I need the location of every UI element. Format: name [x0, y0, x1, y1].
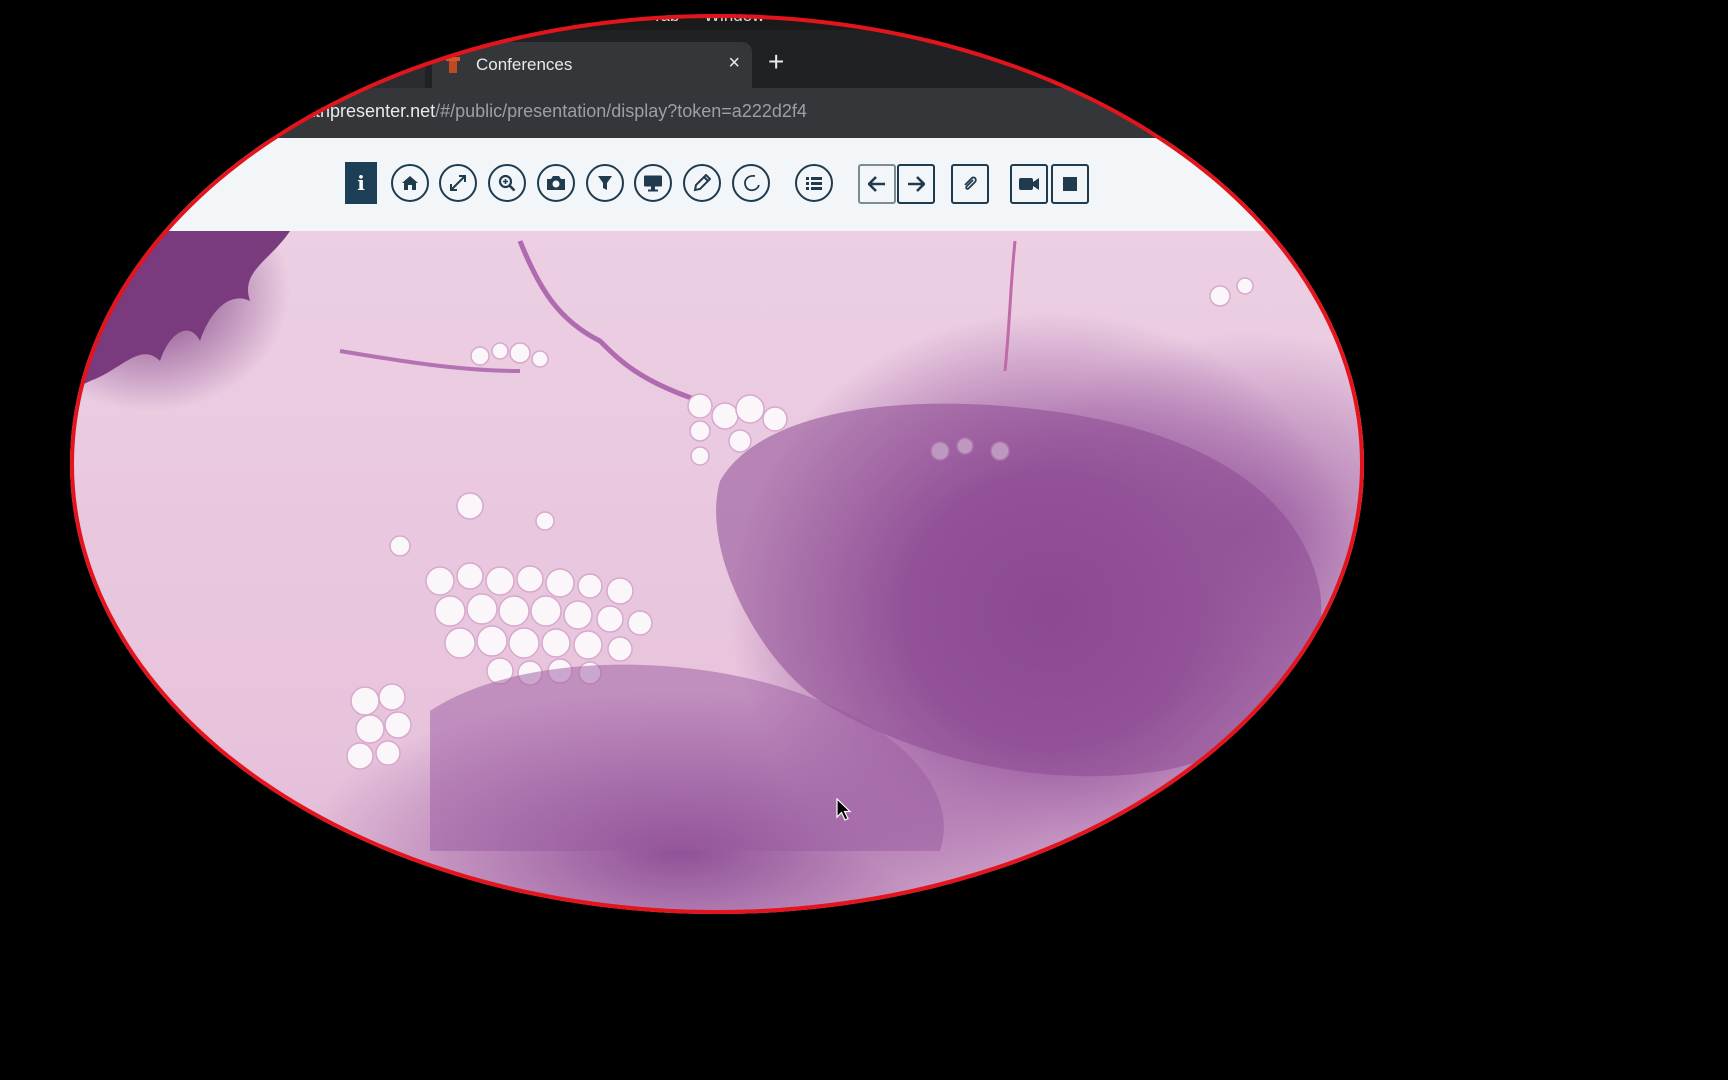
- address-bar[interactable]: .pathpresenter.net/#/public/presentation…: [70, 88, 1364, 138]
- new-tab-button[interactable]: +: [768, 48, 784, 76]
- home-button[interactable]: [391, 164, 429, 202]
- info-button[interactable]: i: [345, 162, 377, 204]
- highlight-crop: Tab Window Conferences × + .pathpresente…: [70, 14, 1364, 914]
- home-icon: [402, 176, 418, 190]
- snapshot-button[interactable]: [537, 164, 575, 202]
- next-slide-button[interactable]: [897, 164, 935, 204]
- slide-viewer[interactable]: [70, 231, 1364, 914]
- site-favicon-icon: [446, 57, 460, 73]
- tab-previous[interactable]: [200, 42, 425, 88]
- tab-conferences[interactable]: Conferences ×: [432, 42, 752, 88]
- tab-close-icon[interactable]: ×: [728, 52, 740, 75]
- tab-title: Conferences: [476, 55, 573, 74]
- filter-button[interactable]: [586, 164, 624, 202]
- histology-slide-image: [70, 231, 1322, 851]
- viewer-toolbar: i: [70, 138, 1364, 231]
- filter-icon: [598, 176, 612, 190]
- mouse-cursor-icon: [836, 798, 852, 821]
- fullscreen-icon: [450, 175, 466, 191]
- fullscreen-button[interactable]: [439, 164, 477, 202]
- os-menu-bar: Tab Window: [70, 14, 1364, 30]
- url-path: /#/public/presentation/display?token=a22…: [435, 101, 807, 121]
- attachments-button[interactable]: [951, 164, 989, 204]
- video-camera-icon: [1019, 178, 1039, 190]
- present-button[interactable]: [634, 164, 672, 202]
- camera-icon: [547, 176, 565, 190]
- arrow-left-icon: [868, 176, 885, 192]
- stop-button[interactable]: [1051, 164, 1089, 204]
- list-button[interactable]: [795, 164, 833, 202]
- annotate-button[interactable]: [683, 164, 721, 202]
- url-text[interactable]: .pathpresenter.net/#/public/presentation…: [290, 101, 807, 122]
- screen: { "menu_bar": { "items": ["Tab", "Window…: [0, 0, 1728, 1080]
- lasso-button[interactable]: [732, 164, 770, 202]
- menu-item-window[interactable]: Window: [704, 14, 764, 26]
- monitor-icon: [644, 175, 662, 192]
- pencil-icon: [693, 174, 711, 192]
- zoom-button[interactable]: [488, 164, 526, 202]
- paperclip-icon: [964, 176, 977, 190]
- browser-tab-bar: Conferences × +: [70, 30, 1364, 88]
- zoom-icon: [498, 174, 516, 192]
- record-button[interactable]: [1010, 164, 1048, 204]
- list-icon: [806, 177, 822, 190]
- stop-icon: [1063, 177, 1077, 191]
- previous-slide-button[interactable]: [858, 164, 896, 204]
- lasso-icon: [744, 175, 760, 192]
- menu-item-tab[interactable]: Tab: [652, 14, 679, 26]
- arrow-right-icon: [908, 176, 925, 192]
- url-host: .pathpresenter.net: [290, 101, 436, 121]
